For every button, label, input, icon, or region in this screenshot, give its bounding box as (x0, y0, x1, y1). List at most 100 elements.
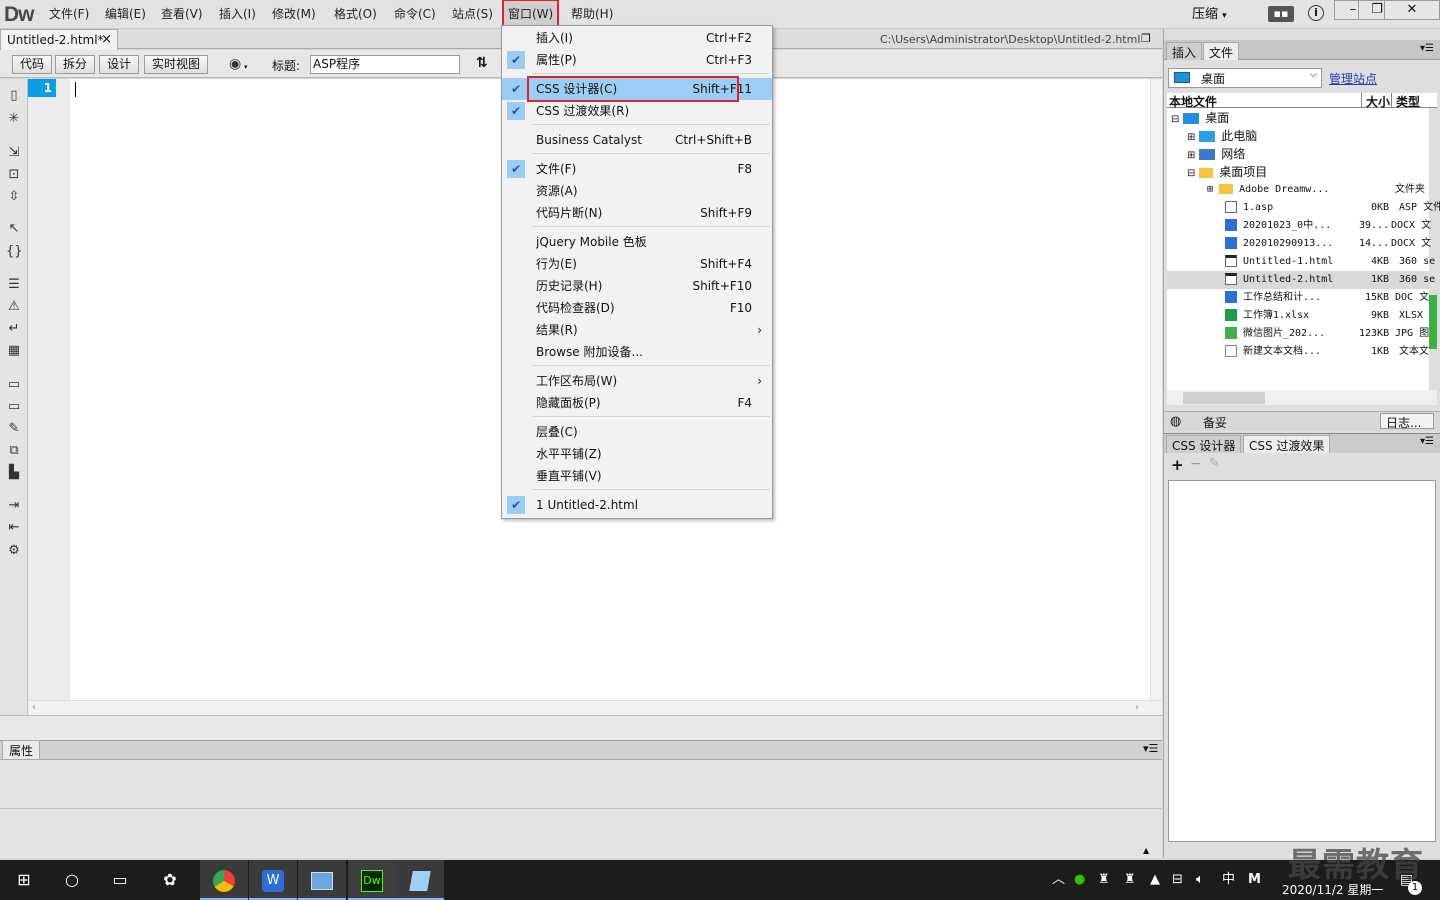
menu-item-assets[interactable]: 资源(A) (502, 180, 772, 202)
editor-vertical-scrollbar[interactable] (1150, 79, 1162, 700)
collapse-selection-icon[interactable]: ⊡ (6, 167, 22, 183)
tree-row-desktop-items[interactable]: ⊟ 桌面项目 (1187, 163, 1427, 181)
menu-item-snippets[interactable]: 代码片断(N) Shift+F9 (502, 202, 772, 224)
ime-mode-icon[interactable]: M (1248, 860, 1261, 900)
syntax-coloring-icon[interactable]: ▦ (6, 343, 22, 359)
tab-insert[interactable]: 插入 (1166, 42, 1203, 60)
file-management-icon[interactable]: ⇅ (476, 55, 488, 71)
sync-settings-icon[interactable]: ▪▪ (1268, 6, 1294, 22)
network-icon[interactable]: ⊟ (1172, 860, 1183, 900)
site-dropdown[interactable]: 桌面 ⌵ (1168, 68, 1322, 88)
menu-item-open-document[interactable]: ✔ 1 Untitled-2.html (502, 494, 772, 516)
dreamweaver-taskbar-icon[interactable]: Dw (348, 860, 396, 900)
log-button[interactable]: 日志... (1380, 413, 1434, 430)
restore-document-icon[interactable]: ❐ (1141, 32, 1151, 45)
split-view-button[interactable]: 拆分 (55, 55, 96, 74)
menu-item-css-transitions[interactable]: ✔ CSS 过渡效果(R) (502, 100, 772, 122)
file-row[interactable]: 新建文本文档... 1KB 文本文 (1225, 343, 1429, 361)
remove-icon[interactable]: − (1190, 456, 1202, 472)
manage-sites-link[interactable]: 管理站点 (1329, 70, 1377, 87)
format-source-code-icon[interactable]: ⚙ (6, 543, 22, 559)
menu-edit[interactable]: 编辑(E) (100, 0, 151, 29)
search-icon[interactable]: ○ (48, 860, 96, 900)
open-documents-icon[interactable]: ▯ (6, 88, 22, 104)
file-row[interactable]: ⊞ Adobe Dreamw... 文件夹 (1207, 181, 1429, 199)
file-row[interactable]: 工作簿1.xlsx 9KB XLSX (1225, 307, 1429, 325)
menu-site[interactable]: 站点(S) (447, 0, 498, 29)
menu-item-insert[interactable]: 插入(I) Ctrl+F2 (502, 27, 772, 49)
menu-item-browse-extensions[interactable]: Browse 附加设备... (502, 341, 772, 363)
file-row-selected[interactable]: Untitled-2.html 1KB 360 se (1167, 271, 1435, 289)
menu-item-history[interactable]: 历史记录(H) Shift+F10 (502, 275, 772, 297)
apply-comment-icon[interactable]: ▭ (6, 377, 22, 393)
menu-item-jquery-mobile-swatches[interactable]: jQuery Mobile 色板 (502, 231, 772, 253)
menu-format[interactable]: 格式(O) (329, 0, 382, 29)
document-tab[interactable]: Untitled-2.html* × (0, 29, 118, 50)
expand-all-icon[interactable]: ⇳ (6, 189, 22, 205)
menu-item-cascade[interactable]: 层叠(C) (502, 421, 772, 443)
panel-options-icon[interactable]: ▾☰ (1420, 436, 1434, 447)
panel-options-icon[interactable]: ▾☰ (1420, 43, 1434, 54)
menu-insert[interactable]: 插入(I) (214, 0, 261, 29)
edit-icon[interactable]: ✎ (1209, 456, 1220, 471)
task-view-icon[interactable]: ▭ (96, 860, 144, 900)
menu-item-code-inspector[interactable]: 代码检查器(D) F10 (502, 297, 772, 319)
scroll-left-icon[interactable]: ‹ (32, 702, 36, 713)
menu-item-properties[interactable]: ✔ 属性(P) Ctrl+F3 (502, 49, 772, 71)
title-input[interactable]: ASP程序 (310, 55, 460, 74)
ime-indicator[interactable]: 中 (1222, 860, 1235, 900)
menu-item-workspace-layout[interactable]: 工作区布局(W) › (502, 370, 772, 392)
chrome-icon[interactable] (200, 860, 248, 900)
menu-item-hide-panels[interactable]: 隐藏面板(P) F4 (502, 392, 772, 414)
collapse-tag-icon[interactable]: ⇲ (6, 145, 22, 161)
panel-options-icon[interactable]: ▾☰ (1143, 742, 1158, 755)
qq-icon[interactable]: ♜ (1124, 860, 1136, 900)
show-code-navigator-icon[interactable]: ✳ (6, 111, 22, 127)
code-view-button[interactable]: 代码 (12, 55, 53, 74)
wps-writer-icon[interactable]: W (249, 860, 297, 900)
menu-item-business-catalyst[interactable]: Business Catalyst Ctrl+Shift+B (502, 129, 772, 151)
file-row[interactable]: 微信图片_202... 123KB JPG 图 (1225, 325, 1429, 343)
control-panel-icon[interactable] (298, 860, 346, 900)
windows-start-icon[interactable]: ⊞ (0, 860, 48, 900)
file-row[interactable]: 工作总结和计... 15KB DOC 文 (1225, 289, 1429, 307)
menu-item-results[interactable]: 结果(R) › (502, 319, 772, 341)
tab-css-transitions[interactable]: CSS 过渡效果 (1243, 435, 1331, 453)
volume-icon[interactable]: 🔈︎ (1196, 860, 1204, 900)
file-row[interactable]: 202010290913... 14... DOCX 文 (1225, 235, 1431, 253)
live-view-button[interactable]: 实时视图 (144, 55, 209, 74)
close-icon[interactable]: × (101, 32, 112, 47)
info-icon[interactable]: i (1308, 5, 1324, 21)
balance-braces-icon[interactable]: {} (6, 244, 23, 260)
wrap-tag-icon[interactable]: ✎ (6, 421, 22, 437)
app-icon[interactable]: ✿ (146, 860, 194, 900)
outdent-code-icon[interactable]: ⇤ (6, 520, 22, 536)
chevron-up-icon[interactable]: ︿ (1052, 860, 1065, 900)
design-view-button[interactable]: 设计 (99, 55, 140, 74)
menu-file[interactable]: 文件(F) (44, 0, 94, 29)
recent-snippets-icon[interactable]: ⧉ (6, 443, 22, 459)
preview-browser-icon[interactable]: ◉ (229, 56, 241, 72)
notification-bell-icon[interactable]: ▲ (1150, 860, 1160, 900)
tab-css-designer[interactable]: CSS 设计器 (1166, 435, 1242, 453)
css-transitions-list[interactable] (1168, 480, 1436, 842)
scroll-right-icon[interactable]: › (1135, 702, 1139, 713)
indent-code-icon[interactable]: ⇥ (6, 498, 22, 514)
highlight-invalid-code-icon[interactable]: ⚠ (6, 299, 22, 315)
scrollbar-thumb[interactable] (1183, 392, 1265, 404)
tree-row-this-pc[interactable]: ⊞ 此电脑 (1187, 127, 1427, 145)
wechat-icon[interactable]: ● (1074, 860, 1085, 900)
menu-modify[interactable]: 修改(M) (267, 0, 321, 29)
menu-item-tile-vertical[interactable]: 垂直平铺(V) (502, 465, 772, 487)
expand-icon[interactable]: ▲ (1143, 846, 1149, 855)
workspace-switcher[interactable]: 压缩 ▾ (1192, 0, 1227, 29)
file-row[interactable]: 20201023_0中... 39... DOCX 文 (1225, 217, 1431, 235)
qq-icon[interactable]: ♜ (1098, 860, 1110, 900)
menu-item-behaviors[interactable]: 行为(E) Shift+F4 (502, 253, 772, 275)
word-wrap-icon[interactable]: ↵ (6, 321, 22, 337)
file-row[interactable]: 1.asp 0KB ASP 文件 (1225, 199, 1440, 217)
line-numbers-icon[interactable]: ☰ (6, 277, 22, 293)
editor-horizontal-scrollbar[interactable] (28, 700, 1162, 715)
remove-comment-icon[interactable]: ▭ (6, 399, 22, 415)
file-row[interactable]: Untitled-1.html 4KB 360 se (1225, 253, 1435, 271)
